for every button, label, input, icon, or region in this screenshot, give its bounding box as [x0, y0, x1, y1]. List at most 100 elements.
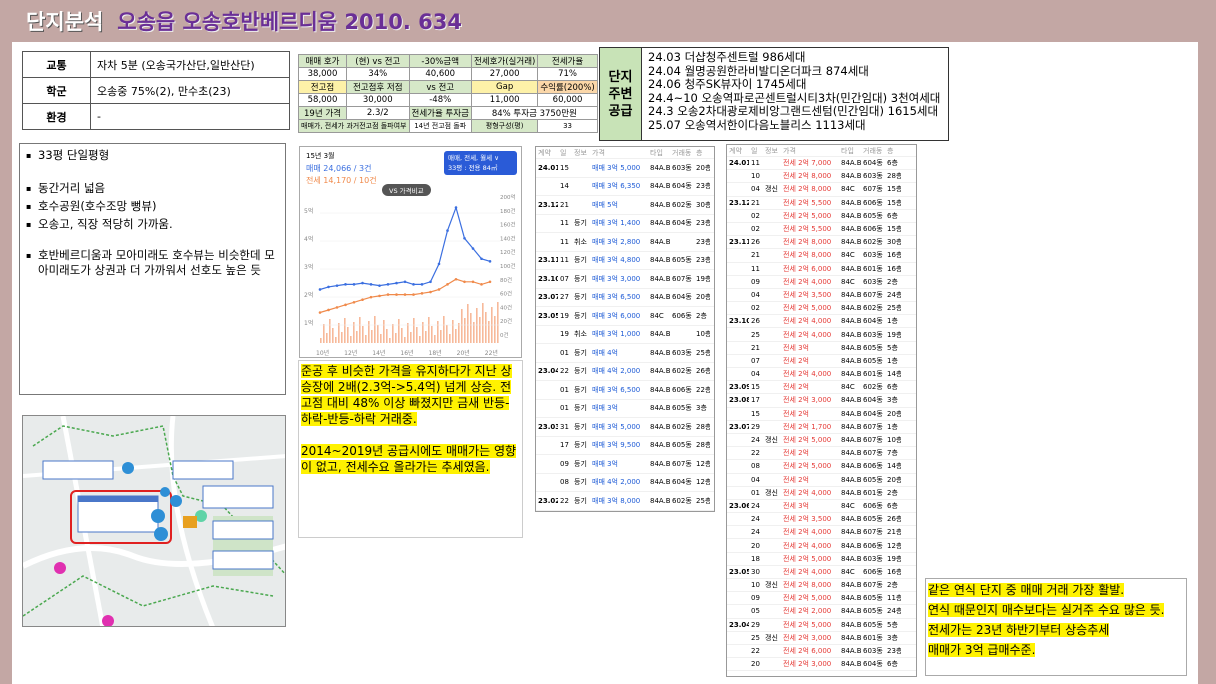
y-right-tick-label: 0건 — [500, 332, 509, 339]
trade-cell: 등기 — [574, 385, 587, 394]
trade-cell: 30 — [751, 567, 760, 576]
trade-row: 24 전세 2억 3,500 84A.B 605동 26층 — [727, 513, 916, 527]
trade-cell: 23층 — [696, 237, 710, 246]
trade-cell: 22층 — [696, 385, 710, 394]
volume-bar — [356, 331, 358, 343]
trade-header-cell: 일 — [560, 148, 567, 157]
trade-row: 17 등기 매매 3억 9,500 84A.B 605동 28층 — [536, 437, 714, 455]
data-point — [471, 247, 475, 250]
trade-cell: 08 — [560, 478, 569, 487]
trade-header-row: 계약 일 정보 가격 타입 거래동 층 — [536, 147, 714, 159]
trade-cell: 3층 — [887, 396, 898, 405]
trade-cell: 20층 — [887, 475, 901, 484]
trade-cell: 84A.B — [650, 385, 670, 394]
trade-cell: 갱신 — [765, 633, 778, 642]
trade-header-cell: 거래동 — [672, 148, 692, 157]
price-cell: vs 전고 — [408, 80, 472, 94]
trade-cell: 14 — [560, 182, 569, 191]
data-point — [412, 293, 415, 296]
data-point — [420, 283, 424, 286]
trade-cell: 16층 — [887, 251, 901, 260]
trade-header-row: 계약 일 정보 가격 타입 거래동 층 — [727, 145, 916, 157]
trade-cell: 11 — [560, 237, 569, 246]
trade-cell: 84A.B — [841, 409, 861, 418]
trade-cell: 601동 — [863, 370, 883, 379]
trade-row: 02 전세 2억 5,000 84A.B 602동 25층 — [727, 302, 916, 316]
trade-cell: 20 — [751, 660, 760, 669]
trade-cell: 등기 — [574, 478, 587, 487]
trade-cell: 23.06 — [729, 501, 749, 510]
trade-cell: 84A.B — [650, 274, 670, 283]
supply-item: 24.4~10 오송역파로곤센트럴시티3차(민간임대) 3천여세대 — [648, 90, 941, 105]
trade-cell: 23.08 — [729, 396, 749, 405]
trade-cell: 84A.B — [841, 422, 861, 431]
trade-cell: 매매 3억 6,500 — [592, 385, 641, 394]
trade-cell: 604동 — [863, 396, 883, 405]
notes-box: 33평 단일평형 동간거리 넓음 호수공원(호수조망 뻥뷰) 오송고, 직장 적… — [19, 143, 286, 395]
trade-cell: 1층 — [887, 422, 898, 431]
volume-bar — [482, 303, 484, 343]
trade-cell: 84A.B — [841, 264, 861, 273]
trade-cell: 24.01 — [729, 159, 749, 168]
price-table: 매매 호가 (현) vs 전고 -30%금액 전세호가(실거래) 전세가율 38,000… — [297, 54, 598, 133]
trade-cell: 84A.B — [841, 488, 861, 497]
trade-cell: 6층 — [887, 660, 898, 669]
trade-cell: 전세 2억 — [783, 409, 809, 418]
supply-heading: 단지 주변 공급 — [600, 48, 642, 140]
trade-row: 04 갱신 전세 2억 8,000 84C 607동 15층 — [727, 183, 916, 197]
trade-cell: 31 — [560, 422, 569, 431]
data-point — [386, 293, 390, 296]
trade-cell: 605동 — [863, 607, 883, 616]
data-point — [437, 262, 441, 266]
trade-cell: 등기 — [574, 256, 587, 265]
trade-cell: 5층 — [887, 343, 898, 352]
trade-cell: 전세 2억 — [783, 383, 809, 392]
price-cell: -48% — [408, 93, 472, 107]
trade-header-cell: 계약 — [729, 146, 742, 155]
trade-cell: 20층 — [696, 163, 710, 172]
price-cell: (현) vs 전고 — [346, 54, 410, 68]
y-right-tick-label: 120건 — [500, 249, 516, 256]
supply-list: 24.03 더샵청주센트럴 986세대 24.04 월명공원한라비발디온더파크 … — [642, 48, 946, 140]
volume-bar — [377, 325, 379, 343]
trade-cell: 등기 — [574, 496, 587, 505]
price-cell: 71% — [537, 67, 598, 81]
trade-row: 11 전세 2억 6,000 84A.B 601동 16층 — [727, 263, 916, 276]
price-cell: 11,000 — [470, 93, 539, 107]
trade-header-cell: 가격 — [783, 146, 796, 155]
volume-bar — [440, 330, 442, 343]
trade-cell: 14층 — [887, 370, 901, 379]
trade-cell: 24 — [751, 515, 760, 524]
supply-item: 24.03 더샵청주센트럴 986세대 — [648, 50, 806, 64]
price-cell: Gap — [470, 80, 539, 94]
trade-cell: 23.10 — [538, 274, 558, 283]
trade-cell: 607동 — [672, 459, 692, 468]
trade-cell: 전세 2억 4,000 — [783, 277, 832, 286]
trade-cell: 전세 2억 4,000 — [783, 317, 832, 326]
data-point — [446, 229, 449, 232]
trade-cell: 7층 — [887, 449, 898, 458]
volume-bar — [332, 328, 334, 343]
trade-cell: 606동 — [863, 541, 883, 550]
trade-cell: 전세 2억 3,000 — [783, 633, 832, 642]
volume-bar — [371, 330, 373, 343]
y-right-tick-label: 40건 — [500, 304, 512, 311]
trade-cell: 19 — [560, 330, 569, 339]
trade-row: 07 전세 2억 84A.B 605동 1층 — [727, 355, 916, 368]
data-point — [429, 280, 432, 284]
trade-cell: 14층 — [887, 462, 901, 471]
trade-cell: 603동 — [863, 647, 883, 656]
trade-cell: 23.12 — [729, 198, 749, 207]
trade-cell: 23층 — [696, 182, 710, 191]
volume-bar — [383, 320, 385, 343]
trade-cell: 23.12 — [538, 200, 558, 209]
trade-cell: 15층 — [887, 225, 901, 234]
data-point — [335, 284, 339, 287]
trade-row: 09 전세 2억 4,000 84C 603동 2층 — [727, 276, 916, 289]
trade-cell: 84A.B — [841, 238, 861, 247]
y-right-tick-label: 100건 — [500, 263, 516, 270]
supply-heading-line: 단지 — [608, 69, 633, 85]
x-tick-label: 14년 — [372, 349, 385, 357]
volume-bar — [464, 318, 466, 343]
volume-bar — [419, 336, 421, 343]
